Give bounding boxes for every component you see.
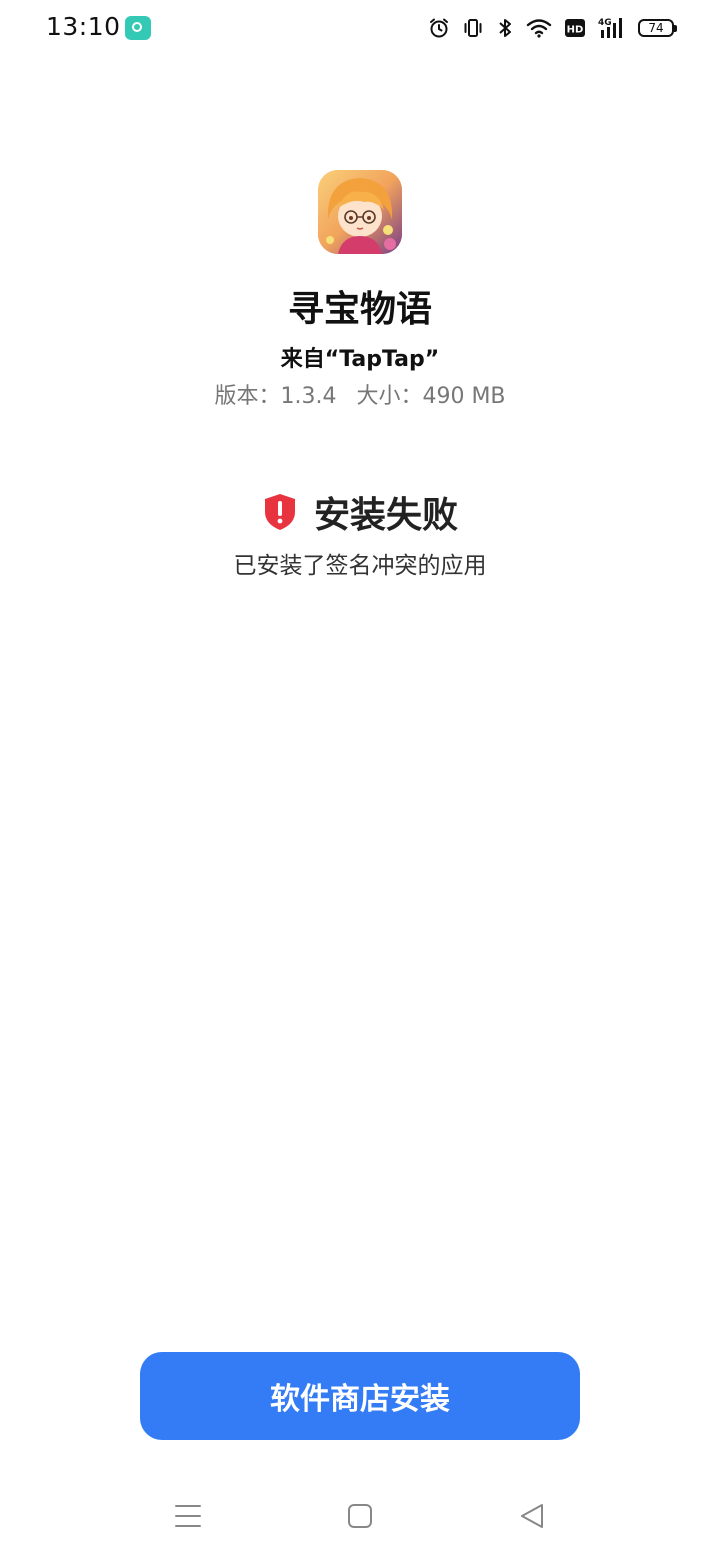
- app-artwork-icon: [318, 170, 402, 254]
- app-size: 大小：490 MB: [356, 384, 506, 409]
- battery-icon: 74: [638, 19, 677, 37]
- install-status: 安装失败: [0, 486, 720, 538]
- status-reason: 已安装了签名冲突的应用: [233, 553, 487, 579]
- alarm-icon: [430, 18, 448, 38]
- vibrate-icon: [464, 19, 482, 37]
- app-version: 版本：1.3.4: [214, 384, 337, 409]
- battery-level: 74: [648, 21, 664, 35]
- install-screen: 13:10 HD 4G 74 寻宝物语 来自“TapTap” 版本：1.3.4 …: [0, 0, 720, 1560]
- svg-text:4G: 4G: [598, 18, 612, 28]
- wifi-icon: [526, 19, 552, 38]
- bluetooth-icon: [499, 19, 511, 37]
- signal-4g-icon: 4G: [598, 18, 622, 38]
- error-shield-icon: [264, 494, 295, 530]
- status-title: 安装失败: [313, 495, 458, 536]
- app-meta: 版本：1.3.4 大小：490 MB: [0, 378, 720, 410]
- navigation-bar: [0, 1480, 720, 1552]
- app-name: 寻宝物语: [287, 289, 432, 330]
- status-icons: HD 4G 74: [428, 14, 677, 42]
- store-install-button[interactable]: 软件商店安装: [140, 1352, 580, 1440]
- app-notification-icon: [125, 16, 151, 40]
- menu-icon[interactable]: [168, 1496, 208, 1536]
- svg-text:HD: HD: [567, 25, 584, 36]
- home-icon[interactable]: [340, 1496, 380, 1536]
- hd-icon: HD: [565, 19, 585, 37]
- app-icon: [318, 170, 402, 254]
- back-icon[interactable]: [512, 1496, 552, 1536]
- status-bar: 13:10 HD 4G 74: [0, 0, 720, 56]
- app-source: 来自“TapTap”: [280, 347, 440, 372]
- status-time: 13:10: [46, 12, 121, 41]
